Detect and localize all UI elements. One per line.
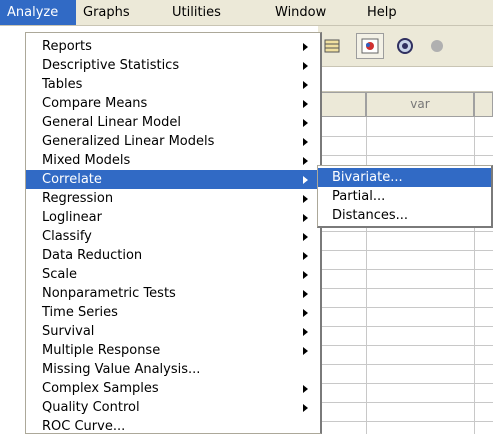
menu-item-label: Multiple Response: [42, 343, 161, 358]
menu-item-missing-value-analysis[interactable]: Missing Value Analysis...: [26, 360, 321, 379]
menu-item-complex-samples[interactable]: Complex Samples: [26, 379, 321, 398]
submenu-arrow-icon: [303, 119, 308, 127]
submenu-arrow-icon: [303, 81, 308, 89]
column-header-var[interactable]: var: [366, 92, 474, 117]
menu-utilities[interactable]: Utilities: [165, 0, 268, 25]
submenu-arrow-icon: [303, 347, 308, 355]
circle-icon[interactable]: [424, 33, 452, 59]
submenu-arrow-icon: [303, 290, 308, 298]
grid-line: [318, 421, 493, 422]
menu-window[interactable]: Window: [268, 0, 356, 25]
menu-help[interactable]: Help: [360, 0, 420, 25]
menu-item-label: General Linear Model: [42, 115, 181, 130]
menu-item-generalized-linear-models[interactable]: Generalized Linear Models: [26, 132, 321, 151]
submenu-arrow-icon: [303, 176, 308, 184]
submenu-arrow-icon: [303, 404, 308, 412]
menu-item-label: Time Series: [42, 305, 118, 320]
menu-item-mixed-models[interactable]: Mixed Models: [26, 151, 321, 170]
menu-graphs[interactable]: Graphs: [76, 0, 165, 25]
column-header[interactable]: [474, 92, 493, 117]
menu-item-compare-means[interactable]: Compare Means: [26, 94, 321, 113]
chart-icon[interactable]: [356, 33, 384, 59]
grid-line: [318, 231, 493, 232]
menu-item-label: Complex Samples: [42, 381, 159, 396]
submenu-arrow-icon: [303, 157, 308, 165]
menu-item-time-series[interactable]: Time Series: [26, 303, 321, 322]
menu-item-label: Missing Value Analysis...: [42, 362, 201, 377]
menu-item-nonparametric-tests[interactable]: Nonparametric Tests: [26, 284, 321, 303]
data-grid[interactable]: var: [318, 92, 493, 434]
grid-line: [318, 307, 493, 308]
menu-item-label: Loglinear: [42, 210, 102, 225]
submenu-arrow-icon: [303, 252, 308, 260]
menu-item-roc-curve[interactable]: ROC Curve...: [26, 417, 321, 436]
menu-item-label: Descriptive Statistics: [42, 58, 180, 73]
menu-item-label: Reports: [42, 39, 92, 54]
submenu-arrow-icon: [303, 233, 308, 241]
submenu-arrow-icon: [303, 62, 308, 70]
menu-item-reports[interactable]: Reports: [26, 37, 321, 56]
menu-item-label: Nonparametric Tests: [42, 286, 176, 301]
menu-item-label: Regression: [42, 191, 114, 206]
submenu-item-partial[interactable]: Partial...: [318, 187, 491, 206]
menu-item-label: Classify: [42, 229, 92, 244]
submenu-arrow-icon: [303, 138, 308, 146]
menu-item-general-linear-model[interactable]: General Linear Model: [26, 113, 321, 132]
submenu-arrow-icon: [303, 43, 308, 51]
submenu-arrow-icon: [303, 271, 308, 279]
menu-item-label: Survival: [42, 324, 95, 339]
menu-item-regression[interactable]: Regression: [26, 189, 321, 208]
menu-item-label: Tables: [42, 77, 83, 92]
grid-line: [318, 250, 493, 251]
menu-item-label: Generalized Linear Models: [42, 134, 215, 149]
menu-item-label: Correlate: [42, 172, 102, 187]
menu-item-survival[interactable]: Survival: [26, 322, 321, 341]
cell-editor[interactable]: [318, 66, 493, 92]
correlate-submenu: Bivariate... Partial... Distances...: [317, 165, 493, 228]
grid-line: [318, 383, 493, 384]
menu-item-descriptive-statistics[interactable]: Descriptive Statistics: [26, 56, 321, 75]
menu-item-tables[interactable]: Tables: [26, 75, 321, 94]
menu-item-label: ROC Curve...: [42, 419, 126, 434]
grid-line: [318, 326, 493, 327]
submenu-item-distances[interactable]: Distances...: [318, 206, 491, 225]
menu-item-correlate[interactable]: Correlate: [26, 170, 321, 189]
menu-item-label: Scale: [42, 267, 77, 282]
grid-line: [318, 364, 493, 365]
scope-icon[interactable]: [392, 33, 420, 59]
grid-line: [318, 136, 493, 137]
menu-item-quality-control[interactable]: Quality Control: [26, 398, 321, 417]
submenu-arrow-icon: [303, 100, 308, 108]
menu-item-loglinear[interactable]: Loglinear: [26, 208, 321, 227]
submenu-arrow-icon: [303, 214, 308, 222]
menu-item-label: Mixed Models: [42, 153, 131, 168]
submenu-arrow-icon: [303, 309, 308, 317]
submenu-arrow-icon: [303, 195, 308, 203]
submenu-arrow-icon: [303, 385, 308, 393]
analyze-menu: Reports Descriptive Statistics Tables Co…: [25, 32, 322, 434]
menu-analyze[interactable]: Analyze: [0, 0, 76, 25]
grid-line: [318, 345, 493, 346]
grid-line: [318, 269, 493, 270]
menu-bar: Analyze Graphs Utilities Window Help: [0, 0, 493, 26]
menu-item-label: Compare Means: [42, 96, 148, 111]
submenu-arrow-icon: [303, 328, 308, 336]
grid-icon[interactable]: [318, 33, 346, 59]
grid-line: [318, 155, 493, 156]
menu-item-label: Data Reduction: [42, 248, 143, 263]
menu-item-scale[interactable]: Scale: [26, 265, 321, 284]
menu-item-multiple-response[interactable]: Multiple Response: [26, 341, 321, 360]
column-header[interactable]: [318, 92, 366, 117]
toolbar: [318, 26, 493, 66]
menu-item-data-reduction[interactable]: Data Reduction: [26, 246, 321, 265]
menu-item-classify[interactable]: Classify: [26, 227, 321, 246]
grid-line: [318, 402, 493, 403]
submenu-item-bivariate[interactable]: Bivariate...: [318, 168, 491, 187]
menu-item-label: Quality Control: [42, 400, 140, 415]
grid-line: [318, 288, 493, 289]
